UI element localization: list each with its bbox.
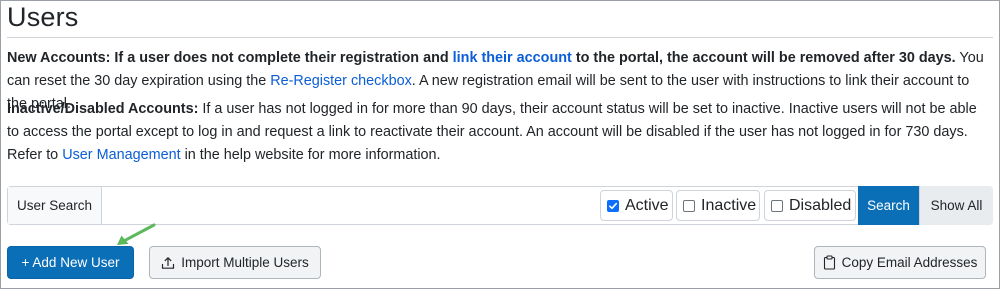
new-accounts-text-1: If a user does not complete their regist… <box>110 50 453 66</box>
import-multiple-users-label: Import Multiple Users <box>181 255 309 270</box>
annotation-arrow-icon <box>117 223 156 245</box>
checkbox-unchecked-icon[interactable] <box>683 199 695 212</box>
filter-active-toggle[interactable]: Active <box>600 190 673 221</box>
checkbox-unchecked-icon[interactable] <box>771 199 783 212</box>
search-button[interactable]: Search <box>858 186 919 225</box>
re-register-checkbox-link[interactable]: Re-Register checkbox <box>270 73 412 89</box>
link-their-account-link[interactable]: link their account <box>453 50 572 66</box>
page-title: Users <box>7 2 79 32</box>
filter-inactive-label: Inactive <box>701 196 757 214</box>
inactive-accounts-notice: Inactive/Disabled Accounts: If a user ha… <box>7 98 992 167</box>
filter-disabled-label: Disabled <box>789 196 852 214</box>
clipboard-icon <box>823 255 835 270</box>
filter-inactive-toggle[interactable]: Inactive <box>676 190 760 221</box>
title-divider <box>7 37 993 38</box>
user-management-link[interactable]: User Management <box>62 147 180 163</box>
checkbox-checked-icon[interactable] <box>607 199 619 212</box>
user-search-bar: User Search Active Inactive Disabled Sea… <box>7 186 993 225</box>
import-multiple-users-button[interactable]: Import Multiple Users <box>149 246 321 279</box>
filter-active-label: Active <box>625 196 669 214</box>
new-accounts-label: New Accounts: <box>7 50 111 66</box>
add-new-user-label: + Add New User <box>21 255 120 270</box>
add-new-user-button[interactable]: + Add New User <box>7 246 134 279</box>
filter-disabled-toggle[interactable]: Disabled <box>764 190 856 221</box>
upload-icon <box>162 256 175 269</box>
copy-email-addresses-label: Copy Email Addresses <box>841 255 978 270</box>
new-accounts-text-2: to the portal, the account will be remov… <box>571 50 956 66</box>
copy-email-addresses-button[interactable]: Copy Email Addresses <box>814 246 986 279</box>
user-search-input[interactable] <box>102 187 598 224</box>
show-all-button[interactable]: Show All <box>919 186 993 225</box>
inactive-accounts-label: Inactive/Disabled Accounts: <box>7 101 199 117</box>
inactive-accounts-text-2: in the help website for more information… <box>180 147 441 163</box>
user-search-label: User Search <box>8 187 102 224</box>
